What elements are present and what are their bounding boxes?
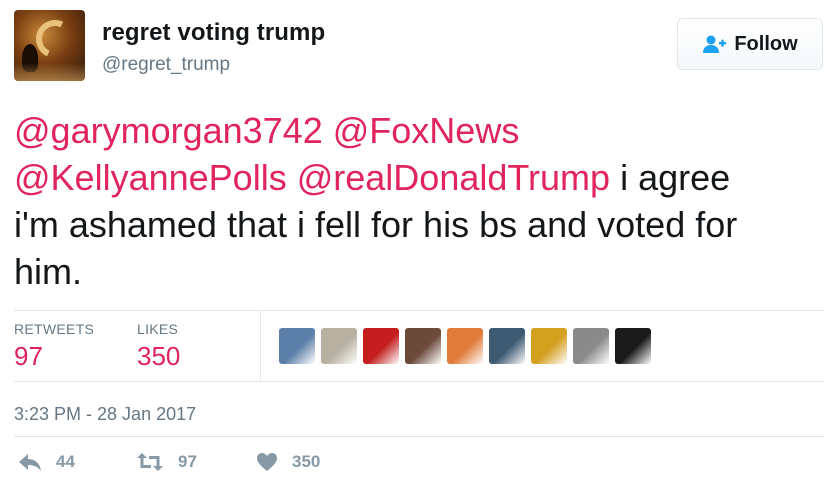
reply-count: 44 [56,452,75,471]
mention-link[interactable]: @KellyannePolls [14,157,287,198]
mention-link[interactable]: @realDonaldTrump [297,157,610,198]
follow-button[interactable]: Follow [677,18,823,70]
liker-avatar-4[interactable] [405,328,441,364]
divider [14,381,824,382]
liker-avatar-5[interactable] [447,328,483,364]
divider [14,310,824,311]
add-user-icon [702,34,727,54]
reply-button[interactable]: 44 [18,452,75,472]
tweet-text-segment: i'm ashamed that i fell for his bs and v… [14,204,738,245]
retweets-count: 97 [14,341,43,371]
stats-separator [260,311,261,381]
tweet-text: @garymorgan3742 @FoxNews @KellyannePolls… [14,107,824,295]
liker-avatar-6[interactable] [489,328,525,364]
liker-avatar-9[interactable] [615,328,651,364]
profile-avatar[interactable] [14,10,85,81]
tweet-timestamp[interactable]: 3:23 PM - 28 Jan 2017 [14,404,196,425]
retweet-icon [136,452,164,472]
likes-count: 350 [137,341,181,371]
divider [14,436,824,437]
likes-stat[interactable]: LIKES 350 [137,321,180,372]
tweet-text-segment: him. [14,251,83,292]
tweet-text-segment: i agree [620,157,731,198]
liker-avatar-7[interactable] [531,328,567,364]
likers-avatars [279,328,651,364]
retweets-stat[interactable]: RETWEETS 97 [14,321,94,372]
mention-link[interactable]: @FoxNews [333,110,520,151]
avatar-glow [14,63,85,81]
follow-button-label: Follow [734,32,798,55]
liker-avatar-3[interactable] [363,328,399,364]
user-handle[interactable]: @regret_trump [102,54,230,76]
likes-label: LIKES [137,321,179,337]
like-count: 350 [292,452,321,471]
reply-icon [18,452,42,472]
liker-avatar-1[interactable] [279,328,315,364]
retweet-button[interactable]: 97 [136,452,197,472]
retweet-count: 97 [178,452,197,471]
mention-link[interactable]: @garymorgan3742 [14,110,323,151]
liker-avatar-2[interactable] [321,328,357,364]
liker-avatar-8[interactable] [573,328,609,364]
retweets-label: RETWEETS [14,321,95,337]
heart-icon [256,452,278,472]
like-button[interactable]: 350 [256,452,320,472]
display-name[interactable]: regret voting trump [102,19,325,47]
